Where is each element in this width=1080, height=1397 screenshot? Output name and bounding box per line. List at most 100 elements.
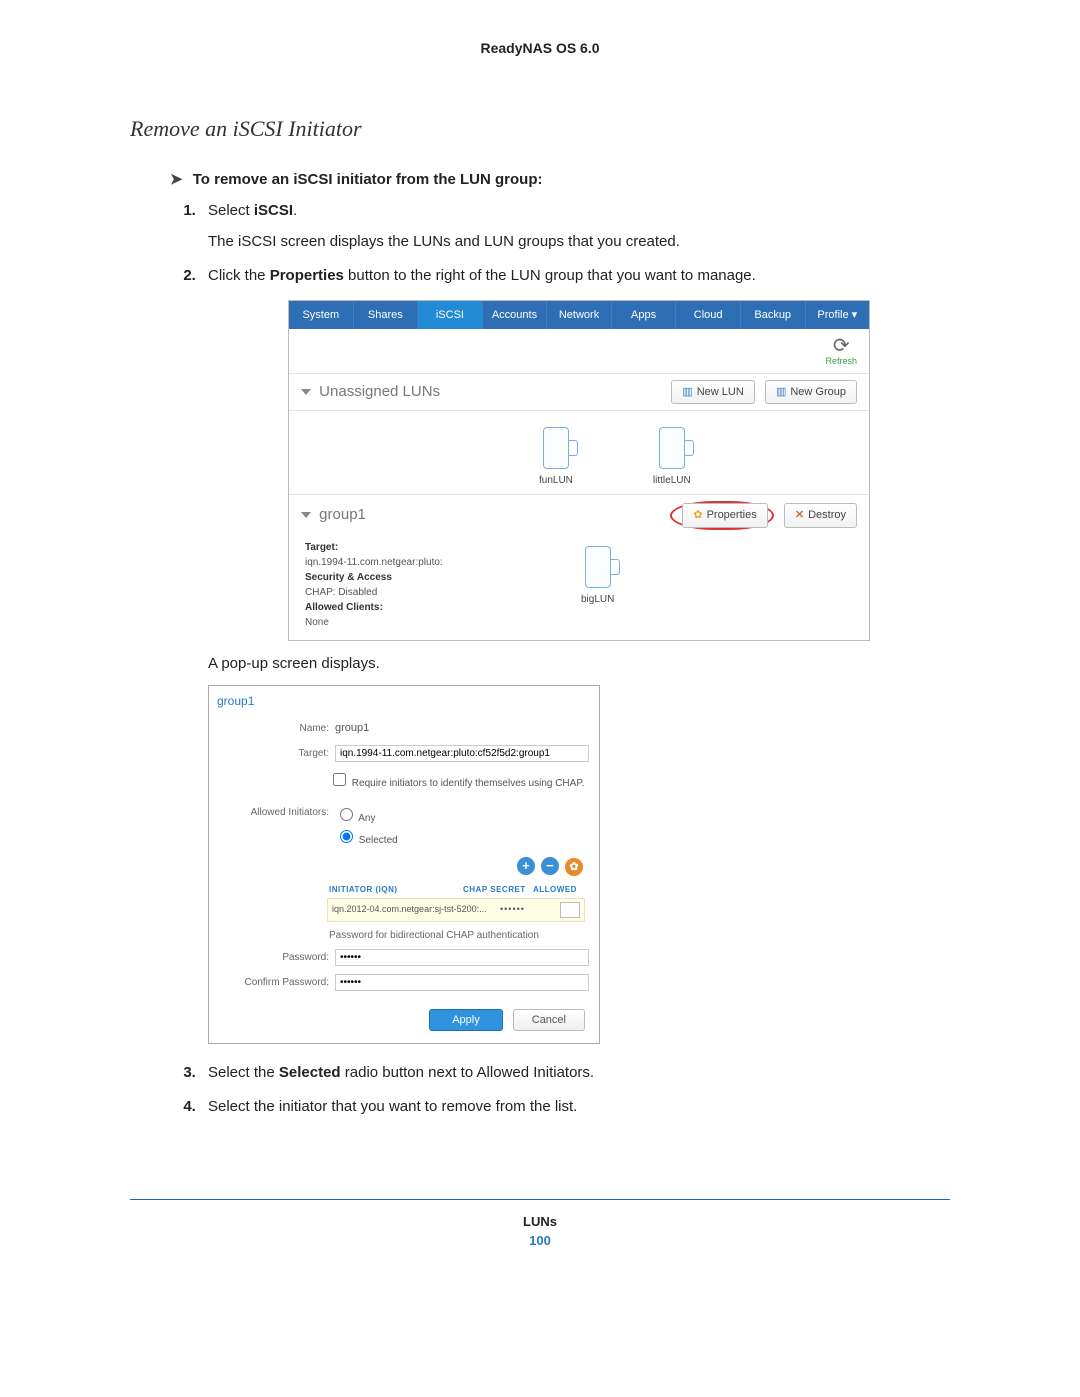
tab-backup[interactable]: Backup [741,301,806,330]
destroy-button[interactable]: ✕ Destroy [784,503,857,528]
initiator-table-header: INITIATOR (IQN) CHAP SECRET ALLOWED [209,880,599,898]
tab-network[interactable]: Network [547,301,612,330]
refresh-label: Refresh [825,355,857,369]
radio-selected-label[interactable]: Selected [335,835,398,846]
new-lun-button[interactable]: ▥ New LUN [671,380,754,405]
password-input[interactable] [335,949,589,966]
step-2: Click the Properties button to the right… [200,265,950,1044]
lun-funlun[interactable]: funLUN [539,427,573,488]
tab-apps[interactable]: Apps [612,301,677,330]
settings-initiator-icon[interactable]: ✿ [565,858,583,876]
lun-icon: ▥ [682,384,692,401]
lead-text: To remove an iSCSI initiator from the LU… [193,171,543,188]
chap-checkbox-label: Require initiators to identify themselve… [352,778,585,789]
confirm-password-input[interactable] [335,974,589,991]
footer-title: LUNs [130,1214,950,1229]
radio-selected[interactable] [340,830,353,843]
step-4: Select the initiator that you want to re… [200,1096,950,1119]
target-label: Target: [305,542,338,553]
new-group-label: New Group [790,384,846,401]
bidir-chap-label: Password for bidirectional CHAP authenti… [209,922,599,945]
page-footer: LUNs 100 [130,1199,950,1248]
lun-icon [543,427,569,469]
group1-header: group1 ✿ Properties ✕ Destroy [289,494,869,536]
radio-selected-text: Selected [359,835,398,846]
cpw-label: Confirm Password: [219,975,335,990]
initiator-iqn: iqn.2012-04.com.netgear:sj-tst-5200:... [332,903,500,917]
allowed-value: None [305,617,329,628]
lun-label: littleLUN [653,475,691,486]
iscsi-screenshot: System Shares iSCSI Accounts Network App… [288,300,870,641]
step-2-suffix: button to the right of the LUN group tha… [344,267,756,284]
destroy-icon: ✕ [795,507,804,524]
refresh-icon: ⟳ [825,337,857,355]
step-4-text: Select the initiator that you want to re… [208,1098,577,1115]
chap-checkbox[interactable] [333,773,346,786]
target-value: iqn.1994-11.com.netgear:pluto: [305,557,443,568]
step-2-bold: Properties [270,267,344,284]
group1-title: group1 [319,506,366,523]
radio-any-label[interactable]: Any [335,813,375,824]
properties-label: Properties [707,507,757,524]
pw-label: Password: [219,950,335,965]
cancel-button[interactable]: Cancel [513,1009,585,1031]
section-title: Remove an iSCSI Initiator [130,116,950,142]
lead-arrow-icon: ➤ [170,171,183,188]
lun-label: bigLUN [581,594,614,605]
lun-littlelun[interactable]: littleLUN [653,427,691,488]
properties-button[interactable]: ✿ Properties [682,503,767,528]
chevron-down-icon[interactable] [301,512,311,518]
unassigned-luns-header: Unassigned LUNs ▥ New LUN ▥ New Group [289,373,869,411]
page-number: 100 [130,1233,950,1248]
radio-any[interactable] [340,808,353,821]
destroy-label: Destroy [808,507,846,524]
tab-cloud[interactable]: Cloud [676,301,741,330]
new-lun-label: New LUN [697,384,744,401]
step-2-sub: A pop-up screen displays. [208,653,950,676]
lun-biglun[interactable]: bigLUN [581,536,614,640]
lead-line: ➤ To remove an iSCSI initiator from the … [170,170,950,188]
step-3-prefix: Select the [208,1064,279,1081]
group-icon: ▥ [776,384,786,401]
step-1-suffix: . [293,202,297,219]
step-1-sub: The iSCSI screen displays the LUNs and L… [208,231,950,254]
allowed-label: Allowed Clients: [305,602,383,613]
tab-system[interactable]: System [289,301,354,330]
allowed-init-label: Allowed Initiators: [219,803,335,820]
lun-icon [659,427,685,469]
th-iqn: INITIATOR (IQN) [329,884,463,896]
name-label: Name: [219,721,335,736]
unassigned-title: Unassigned LUNs [319,383,440,400]
tab-accounts[interactable]: Accounts [483,301,548,330]
chevron-down-icon[interactable] [301,389,311,395]
doc-header: ReadyNAS OS 6.0 [130,40,950,56]
group1-details: Target: iqn.1994-11.com.netgear:pluto: S… [289,536,541,640]
tab-shares[interactable]: Shares [354,301,419,330]
initiator-allowed-checkbox[interactable] [560,902,580,918]
step-3-bold: Selected [279,1064,341,1081]
step-2-prefix: Click the [208,267,270,284]
new-group-button[interactable]: ▥ New Group [765,380,857,405]
add-initiator-icon[interactable]: + [517,857,535,875]
sec-value: CHAP: Disabled [305,587,377,598]
tabbar: System Shares iSCSI Accounts Network App… [289,301,869,330]
tab-iscsi[interactable]: iSCSI [418,301,483,330]
name-value: group1 [335,720,589,737]
target-label: Target: [219,746,335,761]
step-1: Select iSCSI. The iSCSI screen displays … [200,200,950,253]
refresh-button[interactable]: ⟳ Refresh [825,337,857,369]
apply-button[interactable]: Apply [429,1009,503,1031]
popup-title: group1 [209,686,599,716]
target-input[interactable] [335,745,589,762]
step-3: Select the Selected radio button next to… [200,1062,950,1085]
properties-highlight: ✿ Properties [670,501,773,530]
step-1-bold: iSCSI [254,202,293,219]
lun-label: funLUN [539,475,573,486]
sec-label: Security & Access [305,572,392,583]
remove-initiator-icon[interactable]: − [541,857,559,875]
initiator-row[interactable]: iqn.2012-04.com.netgear:sj-tst-5200:... … [327,898,585,922]
tab-profile[interactable]: Profile ▾ [806,301,870,330]
step-3-suffix: radio button next to Allowed Initiators. [341,1064,594,1081]
gear-icon: ✿ [693,507,702,524]
properties-popup: group1 Name: group1 Target: Require init… [208,685,600,1044]
